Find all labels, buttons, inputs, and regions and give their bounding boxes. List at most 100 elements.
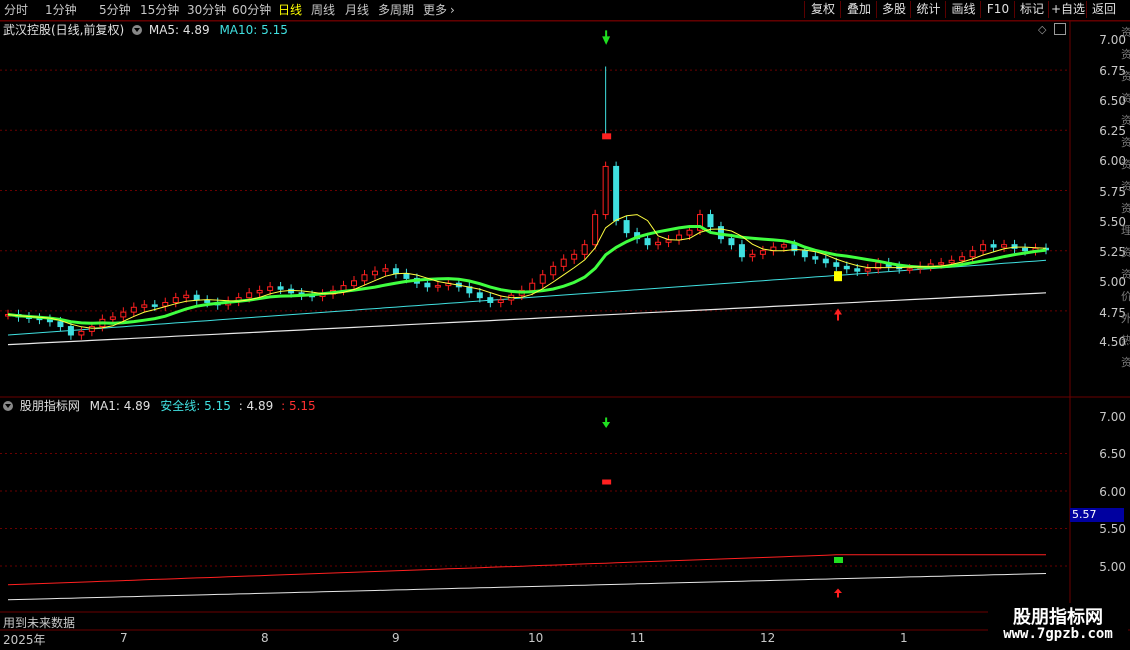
candle-body xyxy=(109,316,116,320)
y-tick: 5.25 xyxy=(1099,245,1126,259)
candlesticks xyxy=(5,66,1049,340)
candle-body xyxy=(120,311,127,318)
diamond-icon[interactable]: ◇ xyxy=(1038,23,1046,36)
white-long-ma-line xyxy=(7,292,1047,346)
candle-body xyxy=(487,297,494,303)
down-arrow-icon xyxy=(602,36,611,45)
candle-body xyxy=(193,294,200,301)
panel-frames xyxy=(0,20,1130,631)
dropdown-icon[interactable] xyxy=(3,401,13,411)
chart-canvas[interactable] xyxy=(0,0,1130,650)
x-tick: 7 xyxy=(120,631,128,645)
ma5-label: MA5: 4.89 xyxy=(148,23,210,37)
y-tick: 4.50 xyxy=(1099,335,1126,349)
safe-line-label: 安全线: 5.15 xyxy=(160,399,231,413)
candle-body xyxy=(655,241,662,246)
x-tick: 2025年 xyxy=(3,633,46,647)
candle-body xyxy=(141,304,148,308)
candle-body xyxy=(969,250,976,258)
y-tick: 6.00 xyxy=(1099,154,1126,168)
candle-body xyxy=(371,270,378,276)
candle-body xyxy=(162,301,169,307)
candle-body xyxy=(980,244,987,252)
candle-body xyxy=(382,268,389,272)
ind-white-path xyxy=(7,573,1047,601)
x-tick: 10 xyxy=(528,631,544,645)
dropdown-icon[interactable] xyxy=(132,25,143,35)
candle-body xyxy=(833,262,840,267)
candle-body xyxy=(267,286,274,291)
candle-body xyxy=(665,239,672,243)
stock-title: 武汉控股(日线,前复权) xyxy=(3,23,125,37)
candle-body xyxy=(623,220,630,234)
ma10-label: MA10: 5.15 xyxy=(219,23,288,37)
candle-body xyxy=(88,326,95,332)
candle-body xyxy=(780,244,787,248)
y-tick: 6.50 xyxy=(1099,447,1126,461)
candle-body xyxy=(948,259,955,264)
candle-body xyxy=(938,262,945,265)
candle-body xyxy=(204,299,211,303)
y-tick: 5.75 xyxy=(1099,185,1126,199)
x-tick: 9 xyxy=(392,631,400,645)
white-ma-path xyxy=(7,292,1047,346)
candle-body xyxy=(759,250,766,255)
y-tick: 6.75 xyxy=(1099,64,1126,78)
candle-body xyxy=(843,265,850,270)
ma1-label: MA1: 4.89 xyxy=(89,399,151,413)
cyan-ma-path xyxy=(7,259,1047,336)
candle-body xyxy=(361,274,368,282)
maximize-icon[interactable] xyxy=(1054,23,1066,35)
cyan-ma-line xyxy=(7,259,1047,336)
y-tick: 6.50 xyxy=(1099,94,1126,108)
candle-body xyxy=(592,214,599,246)
candle-body xyxy=(822,258,829,264)
x-tick: 11 xyxy=(630,631,646,645)
candle-body xyxy=(812,256,819,260)
candle-body xyxy=(183,294,190,299)
candle-body xyxy=(539,274,546,284)
candle-body xyxy=(801,250,808,258)
candle-body xyxy=(676,234,683,241)
candle-body xyxy=(277,286,284,290)
candle-body xyxy=(1001,244,1008,248)
candle-body xyxy=(571,253,578,260)
main-panel-header: 武汉控股(日线,前复权) MA5: 4.89 MA10: 5.15 xyxy=(3,22,288,38)
candle-body xyxy=(613,165,620,222)
y-tick: 7.00 xyxy=(1099,33,1126,47)
red-signal-block xyxy=(602,479,612,485)
candle-body xyxy=(392,268,399,275)
value3-label: : 4.89 xyxy=(238,399,274,413)
candle-body xyxy=(256,289,263,294)
indicator-lines xyxy=(7,554,1047,601)
candle-body xyxy=(497,299,504,303)
right-info-strip: 资资资资资资资资资理资资价外热资 xyxy=(1121,26,1130,369)
candle-body xyxy=(151,304,158,307)
candle-body xyxy=(434,285,441,288)
candle-body xyxy=(581,244,588,255)
candle-body xyxy=(476,292,483,299)
yellow-signal-block xyxy=(834,271,842,282)
candle-body xyxy=(560,258,567,267)
current-value-badge: 5.57 xyxy=(1070,508,1124,522)
candle-body xyxy=(67,326,74,336)
watermark: 股朋指标网 www.7gpzb.com xyxy=(988,603,1128,645)
candle-body xyxy=(424,282,431,288)
green-signal-block xyxy=(834,557,843,563)
y-tick: 5.50 xyxy=(1099,215,1126,229)
ma10-line xyxy=(7,225,1047,325)
y-tick: 4.75 xyxy=(1099,306,1126,320)
candle-body xyxy=(728,238,735,246)
candle-body xyxy=(854,268,861,272)
candle-body xyxy=(172,297,179,303)
candle-body xyxy=(1022,247,1029,252)
candle-body xyxy=(749,253,756,258)
candle-body xyxy=(738,244,745,258)
y-tick: 7.00 xyxy=(1099,410,1126,424)
candle-body xyxy=(246,292,253,299)
candle-body xyxy=(550,265,557,276)
candle-body xyxy=(686,229,693,236)
x-tick: 8 xyxy=(261,631,269,645)
candle-body xyxy=(602,165,609,216)
value4-label: : 5.15 xyxy=(281,399,316,413)
